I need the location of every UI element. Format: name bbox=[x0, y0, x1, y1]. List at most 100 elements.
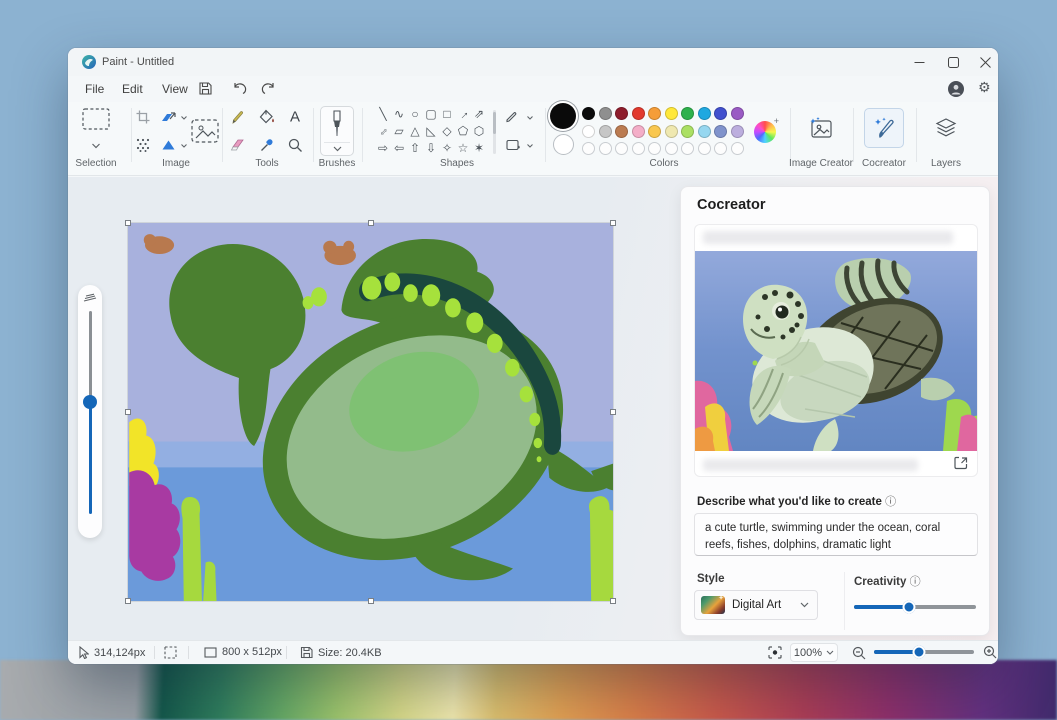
color1-swatch[interactable] bbox=[550, 103, 576, 129]
palette-color-swatch[interactable] bbox=[599, 125, 612, 138]
brushes-button[interactable] bbox=[320, 106, 354, 156]
settings-gear-icon[interactable]: ⚙ bbox=[978, 79, 991, 96]
palette-empty-slot[interactable] bbox=[714, 142, 727, 155]
shape-arrow-bold[interactable]: ⇒ bbox=[468, 103, 491, 126]
palette-color-swatch[interactable] bbox=[582, 125, 595, 138]
size-slider[interactable] bbox=[78, 285, 102, 538]
palette-empty-slot[interactable] bbox=[681, 142, 694, 155]
style-dropdown[interactable]: Digital Art bbox=[694, 590, 818, 620]
fill-tool-button[interactable] bbox=[259, 110, 275, 125]
menu-file[interactable]: File bbox=[79, 80, 110, 98]
fill-chevron-icon[interactable] bbox=[527, 144, 534, 149]
selection-handle[interactable] bbox=[610, 409, 616, 415]
creativity-info-icon[interactable]: ⓘ bbox=[910, 576, 921, 588]
outline-chevron-icon[interactable] bbox=[527, 116, 534, 121]
selection-handle[interactable] bbox=[125, 598, 131, 604]
titlebar[interactable]: Paint - Untitled bbox=[68, 48, 998, 76]
shape-curve[interactable]: ∿ bbox=[391, 106, 407, 122]
palette-empty-slot[interactable] bbox=[665, 142, 678, 155]
fit-to-screen-button[interactable] bbox=[768, 646, 782, 659]
shape-four-point-star[interactable]: ✧ bbox=[439, 140, 455, 156]
palette-empty-slot[interactable] bbox=[648, 142, 661, 155]
describe-info-icon[interactable]: ⓘ bbox=[885, 496, 896, 508]
palette-color-swatch[interactable] bbox=[681, 125, 694, 138]
palette-color-swatch[interactable] bbox=[599, 107, 612, 120]
minimize-button[interactable] bbox=[904, 55, 934, 70]
selection-handle[interactable] bbox=[125, 220, 131, 226]
prompt-input[interactable]: a cute turtle, swimming under the ocean,… bbox=[694, 513, 978, 556]
image-options-button[interactable] bbox=[190, 118, 220, 144]
palette-color-swatch[interactable] bbox=[615, 107, 628, 120]
shape-pentagon[interactable]: ⬠ bbox=[455, 123, 471, 139]
palette-color-swatch[interactable] bbox=[731, 107, 744, 120]
zoom-level-dropdown[interactable]: 100% bbox=[790, 643, 838, 662]
shape-five-point-star[interactable]: ☆ bbox=[455, 140, 471, 156]
menu-view[interactable]: View bbox=[156, 80, 194, 98]
shape-fill-button[interactable] bbox=[506, 139, 522, 152]
zoom-slider-thumb[interactable] bbox=[913, 646, 926, 659]
text-tool-button[interactable]: A bbox=[290, 109, 300, 126]
palette-empty-slot[interactable] bbox=[582, 142, 595, 155]
layers-button[interactable] bbox=[926, 108, 966, 148]
selection-handle[interactable] bbox=[125, 409, 131, 415]
drawing-canvas[interactable] bbox=[128, 223, 613, 601]
flip-rotate-button[interactable] bbox=[162, 139, 177, 152]
zoom-out-button[interactable] bbox=[852, 646, 866, 660]
selection-handle[interactable] bbox=[368, 598, 374, 604]
selection-handle[interactable] bbox=[368, 220, 374, 226]
resize-dropdown-chevron-icon[interactable] bbox=[181, 116, 188, 121]
shape-arrow-left[interactable]: ⇦ bbox=[391, 140, 407, 156]
color2-swatch[interactable] bbox=[553, 134, 574, 155]
palette-empty-slot[interactable] bbox=[632, 142, 645, 155]
palette-color-swatch[interactable] bbox=[714, 107, 727, 120]
shape-oval[interactable]: ○ bbox=[407, 106, 423, 122]
shape-arrow-right[interactable]: ⇨ bbox=[375, 140, 391, 156]
shape-rounded-rectangle[interactable]: ▢ bbox=[423, 106, 439, 122]
expand-image-button[interactable] bbox=[951, 453, 971, 473]
image-creator-button[interactable] bbox=[801, 108, 841, 148]
palette-color-swatch[interactable] bbox=[582, 107, 595, 120]
shape-right-triangle[interactable]: ◺ bbox=[423, 123, 439, 139]
zoom-in-button[interactable] bbox=[983, 645, 997, 659]
menu-edit[interactable]: Edit bbox=[116, 80, 149, 98]
palette-color-swatch[interactable] bbox=[681, 107, 694, 120]
zoom-slider[interactable] bbox=[874, 650, 974, 654]
account-avatar[interactable] bbox=[948, 81, 964, 102]
size-slider-thumb[interactable] bbox=[83, 395, 97, 409]
shape-arrow-up[interactable]: ⇧ bbox=[407, 140, 423, 156]
palette-empty-slot[interactable] bbox=[698, 142, 711, 155]
edit-colors-wheel-button[interactable]: + bbox=[754, 121, 776, 143]
shape-arrow-down[interactable]: ⇩ bbox=[423, 140, 439, 156]
palette-color-swatch[interactable] bbox=[698, 125, 711, 138]
cocreator-button[interactable] bbox=[864, 108, 904, 148]
palette-color-swatch[interactable] bbox=[632, 125, 645, 138]
palette-empty-slot[interactable] bbox=[731, 142, 744, 155]
maximize-button[interactable] bbox=[938, 55, 968, 70]
shape-triangle[interactable]: △ bbox=[407, 123, 423, 139]
save-button[interactable] bbox=[198, 81, 213, 101]
shape-hexagon[interactable]: ⬡ bbox=[471, 123, 487, 139]
shape-six-point-star[interactable]: ✶ bbox=[471, 140, 487, 156]
selection-handle[interactable] bbox=[610, 598, 616, 604]
palette-color-swatch[interactable] bbox=[665, 125, 678, 138]
palette-color-swatch[interactable] bbox=[648, 125, 661, 138]
palette-empty-slot[interactable] bbox=[599, 142, 612, 155]
eraser-tool-button[interactable] bbox=[229, 138, 245, 152]
palette-color-swatch[interactable] bbox=[698, 107, 711, 120]
selection-dropdown-chevron-icon[interactable] bbox=[92, 143, 101, 149]
flip-dropdown-chevron-icon[interactable] bbox=[181, 144, 188, 149]
close-button[interactable] bbox=[970, 55, 998, 70]
redo-button[interactable] bbox=[260, 81, 276, 101]
pencil-tool-button[interactable] bbox=[230, 110, 245, 125]
palette-color-swatch[interactable] bbox=[714, 125, 727, 138]
color-picker-tool-button[interactable] bbox=[260, 138, 275, 153]
undo-button[interactable] bbox=[232, 81, 248, 101]
palette-color-swatch[interactable] bbox=[615, 125, 628, 138]
shapes-scrollbar[interactable] bbox=[493, 110, 496, 154]
selection-tool-button[interactable] bbox=[82, 108, 110, 130]
shape-diamond[interactable]: ◇ bbox=[439, 123, 455, 139]
magnifier-tool-button[interactable] bbox=[288, 138, 303, 153]
pattern-brush-button[interactable] bbox=[136, 138, 150, 152]
palette-color-swatch[interactable] bbox=[731, 125, 744, 138]
resize-button[interactable] bbox=[161, 110, 177, 124]
